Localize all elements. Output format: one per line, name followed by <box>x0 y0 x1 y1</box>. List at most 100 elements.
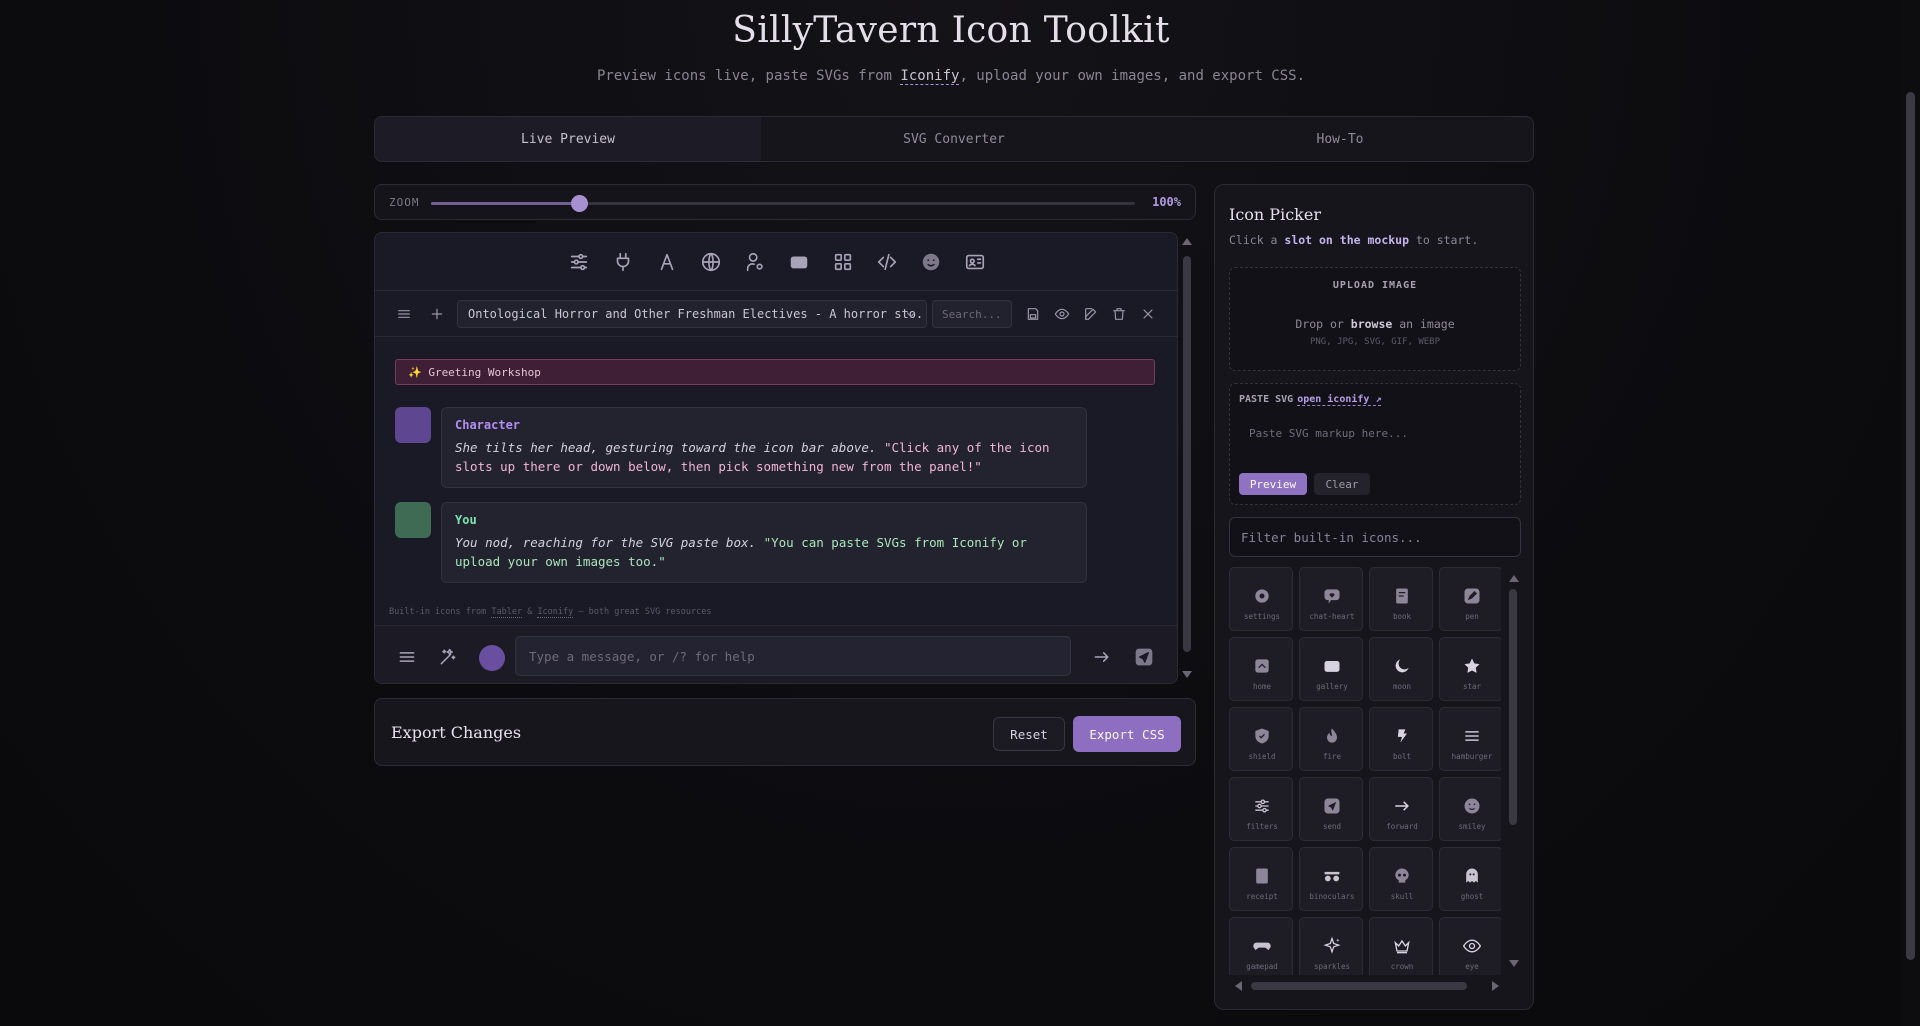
icon-tile-label: moon <box>1392 682 1412 691</box>
zoom-slider-handle[interactable] <box>570 195 588 212</box>
export-panel: Export Changes Reset Export CSS <box>374 698 1196 766</box>
reset-button[interactable]: Reset <box>993 717 1065 751</box>
eye-icon[interactable] <box>1052 304 1072 324</box>
scroll-right-arrow[interactable] <box>1492 981 1499 991</box>
page-scrollbar[interactable] <box>1902 0 1920 1026</box>
ghost-icon <box>1466 868 1478 883</box>
pen-icon <box>1464 588 1480 604</box>
icon-tile-fire[interactable]: fire <box>1299 707 1363 771</box>
magic-wand-icon[interactable] <box>437 646 459 668</box>
icon-tile-receipt[interactable]: receipt <box>1229 847 1293 911</box>
send-icon <box>1324 798 1340 814</box>
icon-tile-eye[interactable]: eye <box>1439 917 1501 975</box>
user-avatar[interactable] <box>395 502 431 538</box>
code-icon[interactable] <box>874 249 900 275</box>
icon-tile-book[interactable]: book <box>1369 567 1433 631</box>
icon-grid-scrollbar-thumb[interactable] <box>1509 589 1517 825</box>
font-icon[interactable] <box>654 249 680 275</box>
fire-icon <box>1327 728 1337 743</box>
icon-tile-home[interactable]: home <box>1229 637 1293 701</box>
filter-icons-input[interactable]: Filter built-in icons... <box>1229 517 1521 557</box>
icon-tile-pen[interactable]: pen <box>1439 567 1501 631</box>
message-input-bar: Type a message, or /? for help <box>375 625 1177 683</box>
icon-grid-hscroll-thumb[interactable] <box>1251 982 1467 990</box>
plus-icon[interactable] <box>427 304 447 324</box>
iconify-link[interactable]: Iconify <box>900 68 960 85</box>
icon-tile-hamburger[interactable]: hamburger <box>1439 707 1501 771</box>
plug-icon[interactable] <box>610 249 636 275</box>
icon-tile-label: book <box>1392 612 1412 621</box>
icon-tile-settings[interactable]: settings <box>1229 567 1293 631</box>
subtitle-text: Preview icons live, paste SVGs from <box>596 68 901 84</box>
open-iconify-link[interactable]: open iconify ↗ <box>1297 394 1382 406</box>
tab-live-preview[interactable]: Live Preview <box>375 117 761 161</box>
iconify-credit-link[interactable]: Iconify <box>537 607 574 618</box>
close-icon[interactable] <box>1138 304 1158 324</box>
sliders-icon[interactable] <box>566 249 592 275</box>
icon-tile-moon[interactable]: moon <box>1369 637 1433 701</box>
upload-dropzone[interactable]: UPLOAD IMAGE Drop or browse an image PNG… <box>1229 267 1521 371</box>
send-icon[interactable] <box>1133 646 1155 668</box>
forward-icon[interactable] <box>1091 646 1113 668</box>
icon-tile-sparkles[interactable]: sparkles <box>1299 917 1363 975</box>
character-avatar[interactable] <box>395 407 431 443</box>
icon-tile-bolt[interactable]: bolt <box>1369 707 1433 771</box>
id-card-icon[interactable] <box>962 249 988 275</box>
greeting-workshop-banner[interactable]: ✨ Greeting Workshop <box>395 359 1155 385</box>
grid-icon[interactable] <box>830 249 856 275</box>
tab-how-to[interactable]: How-To <box>1147 117 1533 161</box>
zoom-label: ZOOM <box>389 196 420 209</box>
scroll-up-arrow[interactable] <box>1182 238 1192 245</box>
preview-button[interactable]: Preview <box>1239 473 1307 495</box>
icon-tile-gallery[interactable]: gallery <box>1299 637 1363 701</box>
export-css-button[interactable]: Export CSS <box>1073 716 1181 752</box>
trash-icon[interactable] <box>1109 304 1129 324</box>
scroll-left-arrow[interactable] <box>1235 981 1242 991</box>
icon-grid-horizontal-scrollbar[interactable] <box>1229 979 1505 993</box>
icon-tile-send[interactable]: send <box>1299 777 1363 841</box>
zoom-slider[interactable] <box>431 195 1135 212</box>
icon-tile-crown[interactable]: crown <box>1369 917 1433 975</box>
scroll-down-arrow[interactable] <box>1182 671 1192 678</box>
edit-icon[interactable] <box>1081 304 1101 324</box>
smiley-icon[interactable] <box>918 249 944 275</box>
globe-icon[interactable] <box>698 249 724 275</box>
mockup-scrollbar[interactable] <box>1178 232 1196 684</box>
icon-tile-ghost[interactable]: ghost <box>1439 847 1501 911</box>
icon-tile-forward[interactable]: forward <box>1369 777 1433 841</box>
icon-tile-skull[interactable]: skull <box>1369 847 1433 911</box>
options-menu-icon[interactable] <box>396 646 418 668</box>
icon-tile-label: sparkles <box>1313 962 1351 971</box>
icon-tile-star[interactable]: star <box>1439 637 1501 701</box>
icon-tile-label: home <box>1252 682 1272 691</box>
hamburger-icon[interactable] <box>394 304 414 324</box>
chat-search-input[interactable]: Search... <box>932 300 1012 328</box>
save-icon[interactable] <box>1023 304 1043 324</box>
tab-svg-converter[interactable]: SVG Converter <box>761 117 1147 161</box>
gallery-icon[interactable] <box>786 249 812 275</box>
icon-tile-shield[interactable]: shield <box>1229 707 1293 771</box>
clear-button[interactable]: Clear <box>1314 473 1370 495</box>
tabler-link[interactable]: Tabler <box>491 607 523 618</box>
icon-tile-filters[interactable]: filters <box>1229 777 1293 841</box>
icon-tile-gamepad[interactable]: gamepad <box>1229 917 1293 975</box>
sparkles-icon <box>1323 936 1341 954</box>
scroll-down-arrow[interactable] <box>1509 960 1519 967</box>
icon-tile-smiley[interactable]: smiley <box>1439 777 1501 841</box>
svg-markup-textarea[interactable]: Paste SVG markup here... <box>1249 427 1408 440</box>
user-cog-icon[interactable] <box>742 249 768 275</box>
icon-tile-chat-heart[interactable]: chat-heart <box>1299 567 1363 631</box>
icon-grid-vertical-scrollbar[interactable] <box>1505 569 1521 973</box>
browse-link[interactable]: browse <box>1351 317 1393 331</box>
tab-bar: Live Preview SVG Converter How-To <box>374 116 1534 162</box>
paste-svg-box: PASTE SVG open iconify ↗ Paste SVG markup… <box>1229 383 1521 505</box>
scroll-up-arrow[interactable] <box>1509 575 1519 582</box>
mockup-scrollbar-thumb[interactable] <box>1183 256 1191 652</box>
chat-selector[interactable]: Ontological Horror and Other Freshman El… <box>457 300 927 328</box>
smiley-icon <box>1464 798 1480 814</box>
page-scrollbar-thumb[interactable] <box>1906 92 1915 960</box>
message-input[interactable]: Type a message, or /? for help <box>515 636 1071 676</box>
message-text: She tilts her head, gesturing toward the… <box>455 438 1073 476</box>
persona-orb[interactable] <box>479 645 505 671</box>
icon-tile-binoculars[interactable]: binoculars <box>1299 847 1363 911</box>
